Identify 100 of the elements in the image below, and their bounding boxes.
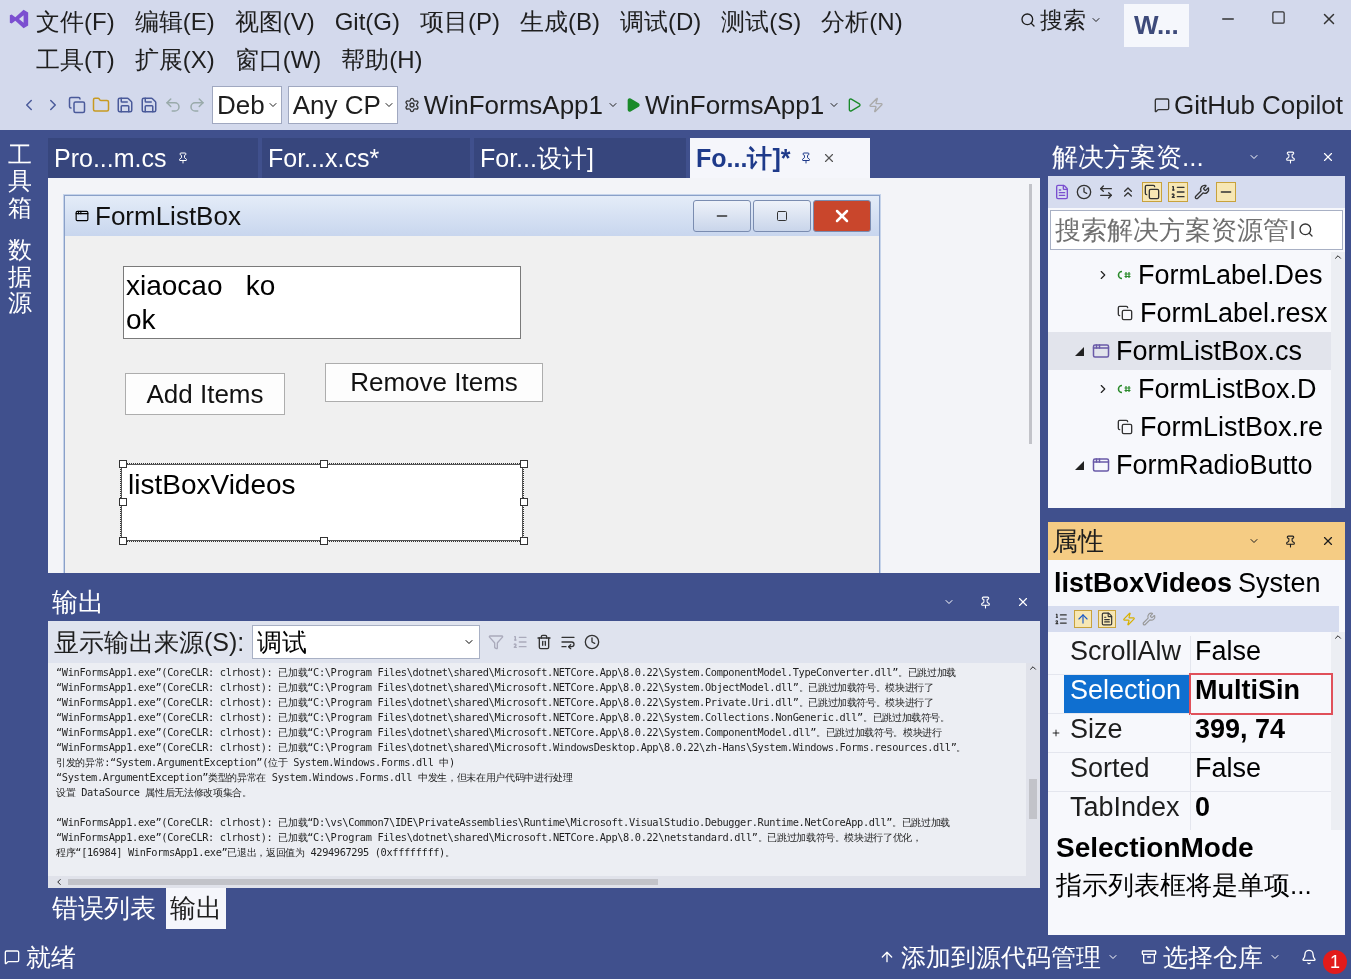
save-icon[interactable] — [116, 96, 134, 114]
pin-icon[interactable] — [800, 152, 813, 164]
scroll-thumb[interactable] — [1029, 779, 1037, 819]
resource-file-icon — [1116, 419, 1134, 435]
property-value[interactable]: False — [1191, 753, 1331, 791]
menu-item[interactable]: 文件(F) — [36, 4, 115, 40]
scroll-up-icon[interactable] — [1333, 632, 1343, 642]
maximize-icon[interactable] — [776, 210, 788, 222]
property-value[interactable]: False — [1191, 636, 1331, 674]
source-control-button[interactable]: 添加到源代码管理 — [879, 940, 1119, 974]
notification-icon[interactable] — [1301, 949, 1317, 965]
resize-handle[interactable] — [320, 537, 328, 545]
document-tab[interactable]: For...设计] — [474, 138, 686, 178]
configuration-dropdown[interactable]: Deb — [212, 86, 282, 124]
tree-item[interactable]: FormListBox.cs — [1048, 332, 1331, 370]
resize-handle[interactable] — [520, 460, 528, 468]
property-name[interactable]: TabIndex — [1064, 792, 1191, 830]
menu-item[interactable]: 测试(S) — [721, 4, 802, 40]
close-icon[interactable] — [1321, 150, 1335, 164]
menu-item[interactable]: 分析(N) — [821, 4, 903, 40]
search-button[interactable]: 搜索 — [1020, 4, 1102, 36]
menu-item[interactable]: 编辑(E) — [134, 4, 215, 40]
copilot-button[interactable]: GitHub Copilot — [1153, 89, 1343, 121]
show-all-files-icon[interactable] — [1142, 182, 1162, 202]
tree-item[interactable]: FormListBox.re — [1048, 408, 1331, 446]
menu-item[interactable]: Git(G) — [334, 4, 400, 40]
clear-all-icon[interactable] — [536, 634, 553, 650]
sync-icon[interactable] — [1098, 184, 1114, 200]
pin-icon[interactable] — [979, 595, 992, 609]
startup-project-dropdown[interactable]: WinFormsApp1 — [403, 89, 619, 121]
wrench-icon[interactable] — [1194, 184, 1210, 200]
solution-search-field[interactable]: 搜索解决方案资源管I — [1050, 210, 1343, 250]
property-value[interactable]: 0 — [1191, 792, 1331, 830]
form-button[interactable]: Add Items — [125, 373, 285, 415]
maximize-icon[interactable] — [1270, 10, 1286, 25]
property-name[interactable]: Selection — [1064, 675, 1191, 713]
repository-button[interactable]: 选择仓库 — [1141, 940, 1281, 974]
scroll-left-icon[interactable] — [54, 877, 64, 887]
minimize-button[interactable] — [693, 200, 751, 232]
output-source-dropdown[interactable]: 调试 — [252, 625, 481, 659]
tree-item[interactable]: FormListBox.D — [1048, 370, 1331, 408]
panel-tab[interactable]: 错误列表 — [48, 888, 160, 929]
menu-item[interactable]: 帮助(H) — [341, 42, 423, 78]
property-name[interactable]: Sorted — [1064, 753, 1191, 791]
property-value[interactable]: MultiSin — [1191, 675, 1331, 713]
expand-icon[interactable] — [1051, 728, 1061, 738]
history-icon[interactable] — [1076, 184, 1092, 200]
menu-item[interactable]: 项目(P) — [420, 4, 500, 40]
menu-item[interactable]: 调试(D) — [620, 4, 702, 40]
close-icon[interactable] — [1321, 534, 1335, 548]
form-button[interactable]: Remove Items — [325, 363, 543, 402]
resize-handle[interactable] — [119, 460, 127, 468]
resize-handle[interactable] — [320, 460, 328, 468]
chat-icon[interactable] — [1153, 97, 1170, 113]
word-wrap-icon[interactable] — [560, 634, 577, 650]
categorized-icon[interactable] — [1054, 612, 1068, 626]
list-box[interactable]: listBoxVideos — [121, 464, 523, 541]
clock-icon[interactable] — [584, 634, 601, 650]
resize-handle[interactable] — [520, 537, 528, 545]
resize-handle[interactable] — [119, 498, 127, 506]
panel-tab[interactable]: 输出 — [166, 888, 226, 929]
resize-handle[interactable] — [119, 537, 127, 545]
tree-item[interactable]: FormRadioButto — [1048, 446, 1331, 484]
text-box[interactable]: xiaocao ko ok — [123, 266, 521, 339]
archive-icon[interactable] — [1141, 949, 1157, 965]
scroll-thumb[interactable] — [68, 879, 658, 885]
pin-icon[interactable] — [176, 152, 189, 164]
menu-item[interactable]: 视图(V) — [234, 4, 315, 40]
menu-item[interactable]: 工具(T) — [36, 42, 115, 78]
scroll-up-icon[interactable] — [1028, 663, 1038, 673]
search-icon[interactable] — [1020, 12, 1036, 28]
tree-item[interactable]: FormLabel.resx — [1048, 294, 1331, 332]
menu-item[interactable]: 生成(B) — [520, 4, 600, 40]
play-icon[interactable] — [625, 97, 641, 113]
save-all-icon[interactable] — [140, 96, 158, 114]
search-icon[interactable] — [1298, 222, 1315, 238]
collapse-icon[interactable] — [1074, 346, 1084, 356]
pin-icon[interactable] — [1284, 534, 1297, 548]
tree-item[interactable]: FormLabel.Des — [1048, 256, 1331, 294]
scroll-up-icon[interactable] — [1333, 252, 1343, 262]
document-tab[interactable]: For...x.cs* — [262, 138, 470, 178]
property-name[interactable]: ScrollAlw — [1064, 636, 1191, 674]
document-tab[interactable]: Fo...计]* — [690, 138, 870, 178]
side-tab[interactable]: 数据源 — [8, 237, 32, 317]
property-name[interactable]: Size — [1064, 714, 1191, 752]
gear-icon[interactable] — [403, 97, 420, 113]
platform-dropdown[interactable]: Any CP — [287, 86, 398, 124]
run-without-debugging-icon[interactable] — [846, 97, 863, 113]
close-button[interactable] — [813, 200, 871, 232]
close-icon[interactable] — [1016, 595, 1030, 609]
menu-item[interactable]: 窗口(W) — [234, 42, 322, 78]
menu-item[interactable]: 扩展(X) — [134, 42, 215, 78]
property-value[interactable]: 399, 74 — [1191, 714, 1331, 752]
object-selector[interactable]: listBoxVideos Systen — [1048, 560, 1345, 606]
pin-icon[interactable] — [1284, 150, 1297, 164]
side-tab[interactable]: 工具箱 — [8, 142, 32, 222]
document-tab[interactable]: Pro...m.cs — [48, 138, 258, 178]
resize-handle[interactable] — [520, 498, 528, 506]
collapse-icon[interactable] — [1074, 460, 1084, 470]
start-debugging-button[interactable]: WinFormsApp1 — [625, 89, 841, 121]
